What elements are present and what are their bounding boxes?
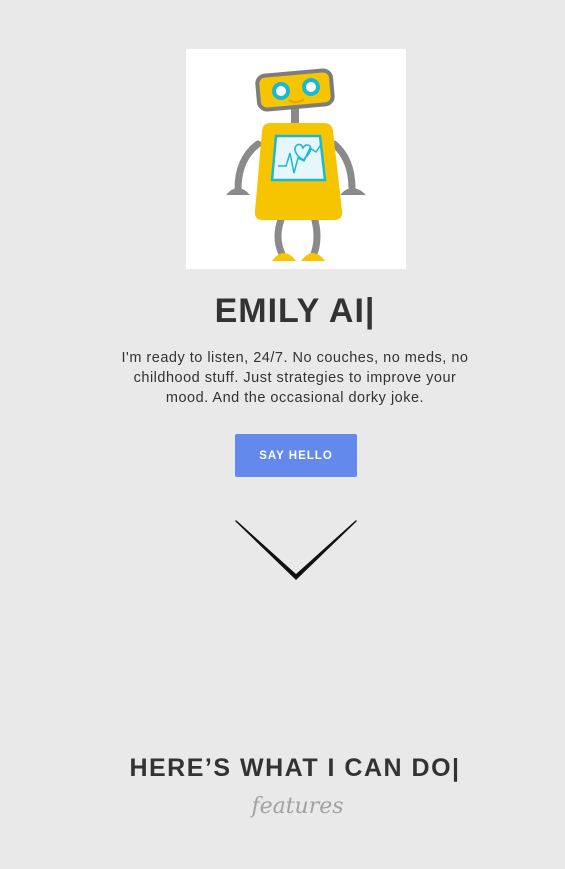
features-heading-text: HERE’S WHAT I CAN DO xyxy=(129,754,453,782)
hero-description: I'm ready to listen, 24/7. No couches, n… xyxy=(121,350,469,406)
hero-title: EMILY AI| xyxy=(0,292,565,331)
chevron-down-icon xyxy=(235,520,357,580)
robot-mascot-image xyxy=(186,49,406,269)
robot-mascot-icon xyxy=(226,68,366,261)
features-subtitle: features xyxy=(251,794,344,819)
typing-cursor: | xyxy=(364,292,376,330)
scroll-down-link[interactable] xyxy=(230,515,362,587)
features-heading: HERE’S WHAT I CAN DO| xyxy=(0,754,565,783)
hero-title-text: EMILY AI xyxy=(214,292,365,330)
say-hello-button[interactable]: SAY HELLO xyxy=(235,434,357,477)
typing-cursor: | xyxy=(452,754,461,782)
landing-page: EMILY AI| I'm ready to listen, 24/7. No … xyxy=(0,0,565,869)
